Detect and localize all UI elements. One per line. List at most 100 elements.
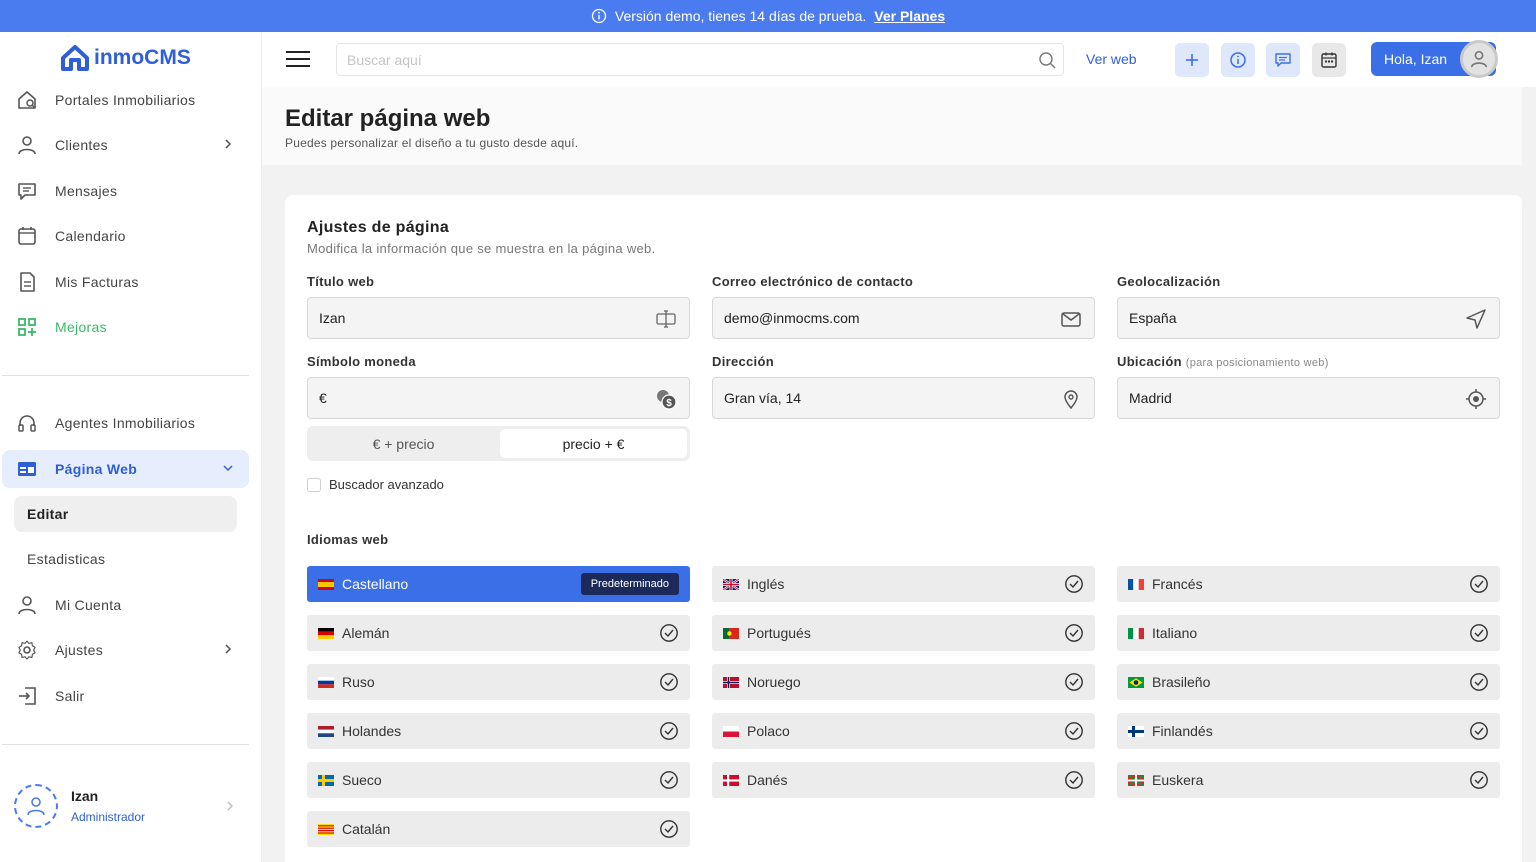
language-item-ingles[interactable]: Inglés [712,566,1095,602]
check-circle-icon[interactable] [1064,623,1084,643]
sidebar-item-portales[interactable]: Portales Inmobiliarios [2,81,249,119]
text-cursor-icon [656,310,676,328]
page-subtitle: Puedes personalizar el diseño a tu gusto… [285,136,579,150]
search-input[interactable] [336,43,1064,76]
sidebar-item-label: Página Web [55,461,138,477]
chevron-right-icon [225,644,232,654]
sidebar-subitem-editar[interactable]: Editar [14,496,237,532]
format-option-before[interactable]: € + precio [310,429,497,458]
geo-label: Geolocalización [1117,274,1221,289]
language-label: Inglés [747,576,785,592]
topbar: Ver web Hola, Izan [262,32,1536,87]
sidebar-item-facturas[interactable]: Mis Facturas [2,263,249,301]
grid-plus-icon [16,316,38,338]
flag-pl-icon [723,725,739,737]
currency-field[interactable]: € $ [307,377,690,419]
invoice-icon [16,271,38,293]
settings-subtitle: Modifica la información que se muestra e… [307,241,656,256]
send-arrow-icon [1466,309,1486,329]
logo-icon [61,45,89,71]
svg-text:$: $ [666,398,672,409]
language-item-euskera[interactable]: Euskera [1117,762,1500,798]
titulo-field[interactable]: Izan [307,297,690,339]
geolocation-field[interactable]: España [1117,297,1500,339]
check-circle-icon[interactable] [659,672,679,692]
checkbox-box[interactable] [307,477,321,492]
sidebar-item-calendario[interactable]: Calendario [2,217,249,255]
info-button[interactable] [1221,43,1255,77]
format-option-after[interactable]: precio + € [500,429,687,458]
avatar[interactable] [1460,40,1498,78]
language-label: Catalán [342,821,391,837]
flag-fi-icon [1128,725,1144,737]
message-icon [16,180,38,202]
language-item-catalan[interactable]: Catalán [307,811,690,847]
check-circle-icon[interactable] [1064,721,1084,741]
language-item-brasileno[interactable]: Brasileño [1117,664,1500,700]
language-item-ruso[interactable]: Ruso [307,664,690,700]
page-header: Editar página web Puedes personalizar el… [262,87,1522,165]
page-title: Editar página web [285,105,491,132]
check-circle-icon[interactable] [659,721,679,741]
ubicacion-label-text: Ubicación [1117,354,1182,369]
check-circle-icon[interactable] [1064,574,1084,594]
sidebar-item-pagina-web[interactable]: Página Web [2,450,249,488]
info-icon [1230,52,1246,68]
check-circle-icon[interactable] [659,770,679,790]
check-circle-icon[interactable] [1469,623,1489,643]
location-field[interactable]: Madrid [1117,377,1500,419]
language-item-polaco[interactable]: Polaco [712,713,1095,749]
sidebar-item-agentes[interactable]: Agentes Inmobiliarios [2,404,249,442]
messages-button[interactable] [1266,43,1300,77]
check-circle-icon[interactable] [1469,672,1489,692]
language-item-castellano[interactable]: Castellano Predeterminado [307,566,690,602]
language-item-portugues[interactable]: Portugués [712,615,1095,651]
language-label: Brasileño [1152,674,1211,690]
language-label: Euskera [1152,772,1204,788]
direccion-value: Gran vía, 14 [724,390,802,406]
check-circle-icon[interactable] [1469,721,1489,741]
sidebar-item-label: Ajustes [55,642,104,658]
language-item-italiano[interactable]: Italiano [1117,615,1500,651]
sidebar-item-ajustes[interactable]: Ajustes [2,631,249,669]
user-profile[interactable]: Izan Administrador [14,784,244,832]
language-item-holandes[interactable]: Holandes [307,713,690,749]
sidebar-item-mi-cuenta[interactable]: Mi Cuenta [2,586,249,624]
brand-logo[interactable]: inmoCMS [60,44,191,72]
buscador-avanzado-checkbox[interactable]: Buscador avanzado [307,477,444,492]
sidebar-subitem-estadisticas[interactable]: Estadisticas [14,541,237,577]
check-circle-icon[interactable] [1064,672,1084,692]
language-item-aleman[interactable]: Alemán [307,615,690,651]
sidebar-item-salir[interactable]: Salir [2,677,249,715]
add-button[interactable] [1175,43,1209,77]
check-circle-icon[interactable] [659,623,679,643]
calendar-button[interactable] [1312,43,1346,77]
check-circle-icon[interactable] [1469,574,1489,594]
check-circle-icon[interactable] [1469,770,1489,790]
sidebar-item-label: Clientes [55,137,108,153]
flag-de-icon [318,627,334,639]
sidebar: inmoCMS Portales Inmobiliarios Clientes … [0,32,262,862]
language-item-sueco[interactable]: Sueco [307,762,690,798]
email-field[interactable]: demo@inmocms.com [712,297,1095,339]
language-item-noruego[interactable]: Noruego [712,664,1095,700]
titulo-label: Título web [307,274,375,289]
ver-web-link[interactable]: Ver web [1086,51,1137,67]
sidebar-item-mensajes[interactable]: Mensajes [2,172,249,210]
address-field[interactable]: Gran vía, 14 [712,377,1095,419]
flag-nl-icon [318,725,334,737]
check-circle-icon[interactable] [659,819,679,839]
language-item-finlandes[interactable]: Finlandés [1117,713,1500,749]
sidebar-item-clientes[interactable]: Clientes [2,126,249,164]
agent-headset-icon [16,412,38,434]
calendar-icon [16,225,38,247]
menu-icon[interactable] [286,50,310,68]
check-circle-icon[interactable] [1064,770,1084,790]
language-item-danes[interactable]: Danés [712,762,1095,798]
language-item-frances[interactable]: Francés [1117,566,1500,602]
search-icon[interactable] [1038,51,1056,69]
language-label: Francés [1152,576,1203,592]
geo-value: España [1129,310,1177,326]
ver-planes-link[interactable]: Ver Planes [874,8,945,24]
sidebar-item-mejoras[interactable]: Mejoras [2,308,249,346]
